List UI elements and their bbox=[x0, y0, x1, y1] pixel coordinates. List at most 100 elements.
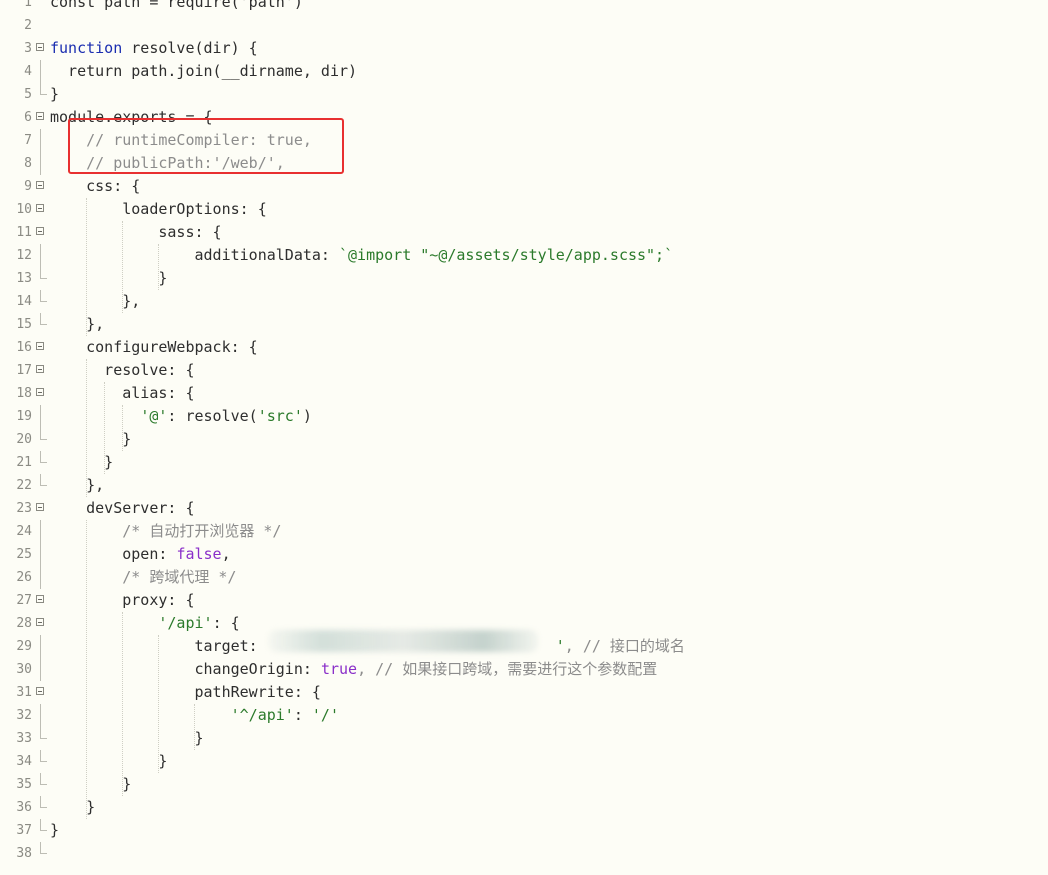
fold-guide-line bbox=[40, 152, 41, 175]
fold-toggle-icon[interactable] bbox=[36, 227, 44, 235]
code-line[interactable]: 38 bbox=[0, 842, 1048, 865]
code-text: } bbox=[50, 428, 131, 451]
code-line[interactable]: 17 resolve: { bbox=[0, 359, 1048, 382]
code-line[interactable]: 19 '@': resolve('src') bbox=[0, 405, 1048, 428]
code-token: } bbox=[50, 798, 96, 816]
code-line[interactable]: 9 css: { bbox=[0, 175, 1048, 198]
code-token: `@import "~@/assets/style/app.scss";` bbox=[338, 246, 674, 264]
code-line[interactable]: 15 }, bbox=[0, 313, 1048, 336]
line-number: 12 bbox=[16, 248, 32, 263]
fold-end-marker bbox=[40, 842, 47, 854]
code-token: '/api' bbox=[158, 614, 213, 632]
code-line[interactable]: 2 bbox=[0, 14, 1048, 37]
code-text: css: { bbox=[50, 175, 140, 198]
code-token: return path.join(__dirname, dir) bbox=[50, 62, 358, 80]
code-text: configureWebpack: { bbox=[50, 336, 258, 359]
fold-guide-line bbox=[40, 520, 41, 543]
line-number: 36 bbox=[16, 800, 32, 815]
code-text: open: false, bbox=[50, 543, 230, 566]
fold-end-marker bbox=[40, 451, 47, 463]
line-number: 13 bbox=[16, 271, 32, 286]
line-number: 24 bbox=[16, 524, 32, 539]
code-token: '@' bbox=[140, 407, 168, 425]
fold-toggle-icon[interactable] bbox=[36, 388, 44, 396]
fold-toggle-icon[interactable] bbox=[36, 503, 44, 511]
code-text: '@': resolve('src') bbox=[50, 405, 312, 428]
code-text: sass: { bbox=[50, 221, 221, 244]
code-text: return path.join(__dirname, dir) bbox=[50, 60, 357, 83]
indent-guide bbox=[194, 704, 195, 750]
code-line[interactable]: 27 proxy: { bbox=[0, 589, 1048, 612]
code-line[interactable]: 14 }, bbox=[0, 290, 1048, 313]
code-line[interactable]: 18 alias: { bbox=[0, 382, 1048, 405]
code-token: function bbox=[50, 39, 123, 57]
code-line[interactable]: 16 configureWebpack: { bbox=[0, 336, 1048, 359]
fold-toggle-icon[interactable] bbox=[36, 618, 44, 626]
code-text: proxy: { bbox=[50, 589, 194, 612]
fold-end-marker bbox=[40, 313, 47, 325]
code-text: pathRewrite: { bbox=[50, 681, 320, 704]
fold-end-marker bbox=[40, 267, 47, 279]
code-line[interactable]: 1 const path = require('path') bbox=[0, 0, 1048, 14]
code-line[interactable]: 11 sass: { bbox=[0, 221, 1048, 244]
fold-toggle-icon[interactable] bbox=[36, 342, 44, 350]
code-line[interactable]: 23 devServer: { bbox=[0, 497, 1048, 520]
code-line[interactable]: 25 open: false, bbox=[0, 543, 1048, 566]
line-number: 15 bbox=[16, 317, 32, 332]
code-token: open: bbox=[50, 545, 177, 563]
line-number: 31 bbox=[16, 685, 32, 700]
fold-end-marker bbox=[40, 83, 47, 95]
code-token: configureWebpack: { bbox=[50, 338, 258, 356]
code-token: true bbox=[320, 660, 358, 678]
code-line[interactable]: 24 /* 自动打开浏览器 */ bbox=[0, 520, 1048, 543]
fold-guide-line bbox=[40, 658, 41, 681]
fold-toggle-icon[interactable] bbox=[36, 43, 44, 51]
indent-guide bbox=[86, 520, 87, 819]
code-token: ) bbox=[302, 407, 312, 425]
fold-toggle-icon[interactable] bbox=[36, 365, 44, 373]
line-number: 5 bbox=[24, 87, 32, 102]
line-number: 1 bbox=[24, 0, 32, 10]
code-text: }, bbox=[50, 313, 104, 336]
code-line[interactable]: 21 } bbox=[0, 451, 1048, 474]
fold-end-marker bbox=[40, 773, 47, 785]
code-token: loaderOptions: { bbox=[50, 200, 267, 218]
code-line[interactable]: 36 } bbox=[0, 796, 1048, 819]
fold-toggle-icon[interactable] bbox=[36, 687, 44, 695]
fold-toggle-icon[interactable] bbox=[36, 112, 44, 120]
code-text: loaderOptions: { bbox=[50, 198, 267, 221]
code-text: } bbox=[50, 267, 167, 290]
code-editor[interactable]: 1 const path = require('path') 2 3 function … bbox=[0, 0, 1048, 875]
indent-guide bbox=[86, 359, 87, 497]
code-text: } bbox=[50, 773, 131, 796]
fold-toggle-icon[interactable] bbox=[36, 181, 44, 189]
code-line[interactable]: 20 } bbox=[0, 428, 1048, 451]
line-number: 2 bbox=[24, 18, 32, 33]
code-line[interactable]: 4 return path.join(__dirname, dir) bbox=[0, 60, 1048, 83]
code-line[interactable]: 3 function resolve(dir) { bbox=[0, 37, 1048, 60]
code-text: }, bbox=[50, 474, 104, 497]
code-line[interactable]: 26 /* 跨域代理 */ bbox=[0, 566, 1048, 589]
fold-toggle-icon[interactable] bbox=[36, 595, 44, 603]
code-line[interactable]: 22 }, bbox=[0, 474, 1048, 497]
line-number: 19 bbox=[16, 409, 32, 424]
line-number: 4 bbox=[24, 64, 32, 79]
code-line[interactable]: 5} bbox=[0, 83, 1048, 106]
line-number: 32 bbox=[16, 708, 32, 723]
indent-guide bbox=[86, 198, 87, 336]
fold-guide-line bbox=[40, 244, 41, 267]
code-token: additionalData: bbox=[50, 246, 339, 264]
indent-guide bbox=[122, 221, 123, 313]
fold-end-marker bbox=[40, 290, 47, 302]
code-line[interactable]: 37} bbox=[0, 819, 1048, 842]
code-token: } bbox=[50, 430, 132, 448]
line-number: 34 bbox=[16, 754, 32, 769]
fold-toggle-icon[interactable] bbox=[36, 204, 44, 212]
code-token: false bbox=[176, 545, 222, 563]
code-line[interactable]: 10 loaderOptions: { bbox=[0, 198, 1048, 221]
code-line[interactable]: 35 } bbox=[0, 773, 1048, 796]
line-number: 35 bbox=[16, 777, 32, 792]
code-token: ' bbox=[555, 637, 565, 655]
